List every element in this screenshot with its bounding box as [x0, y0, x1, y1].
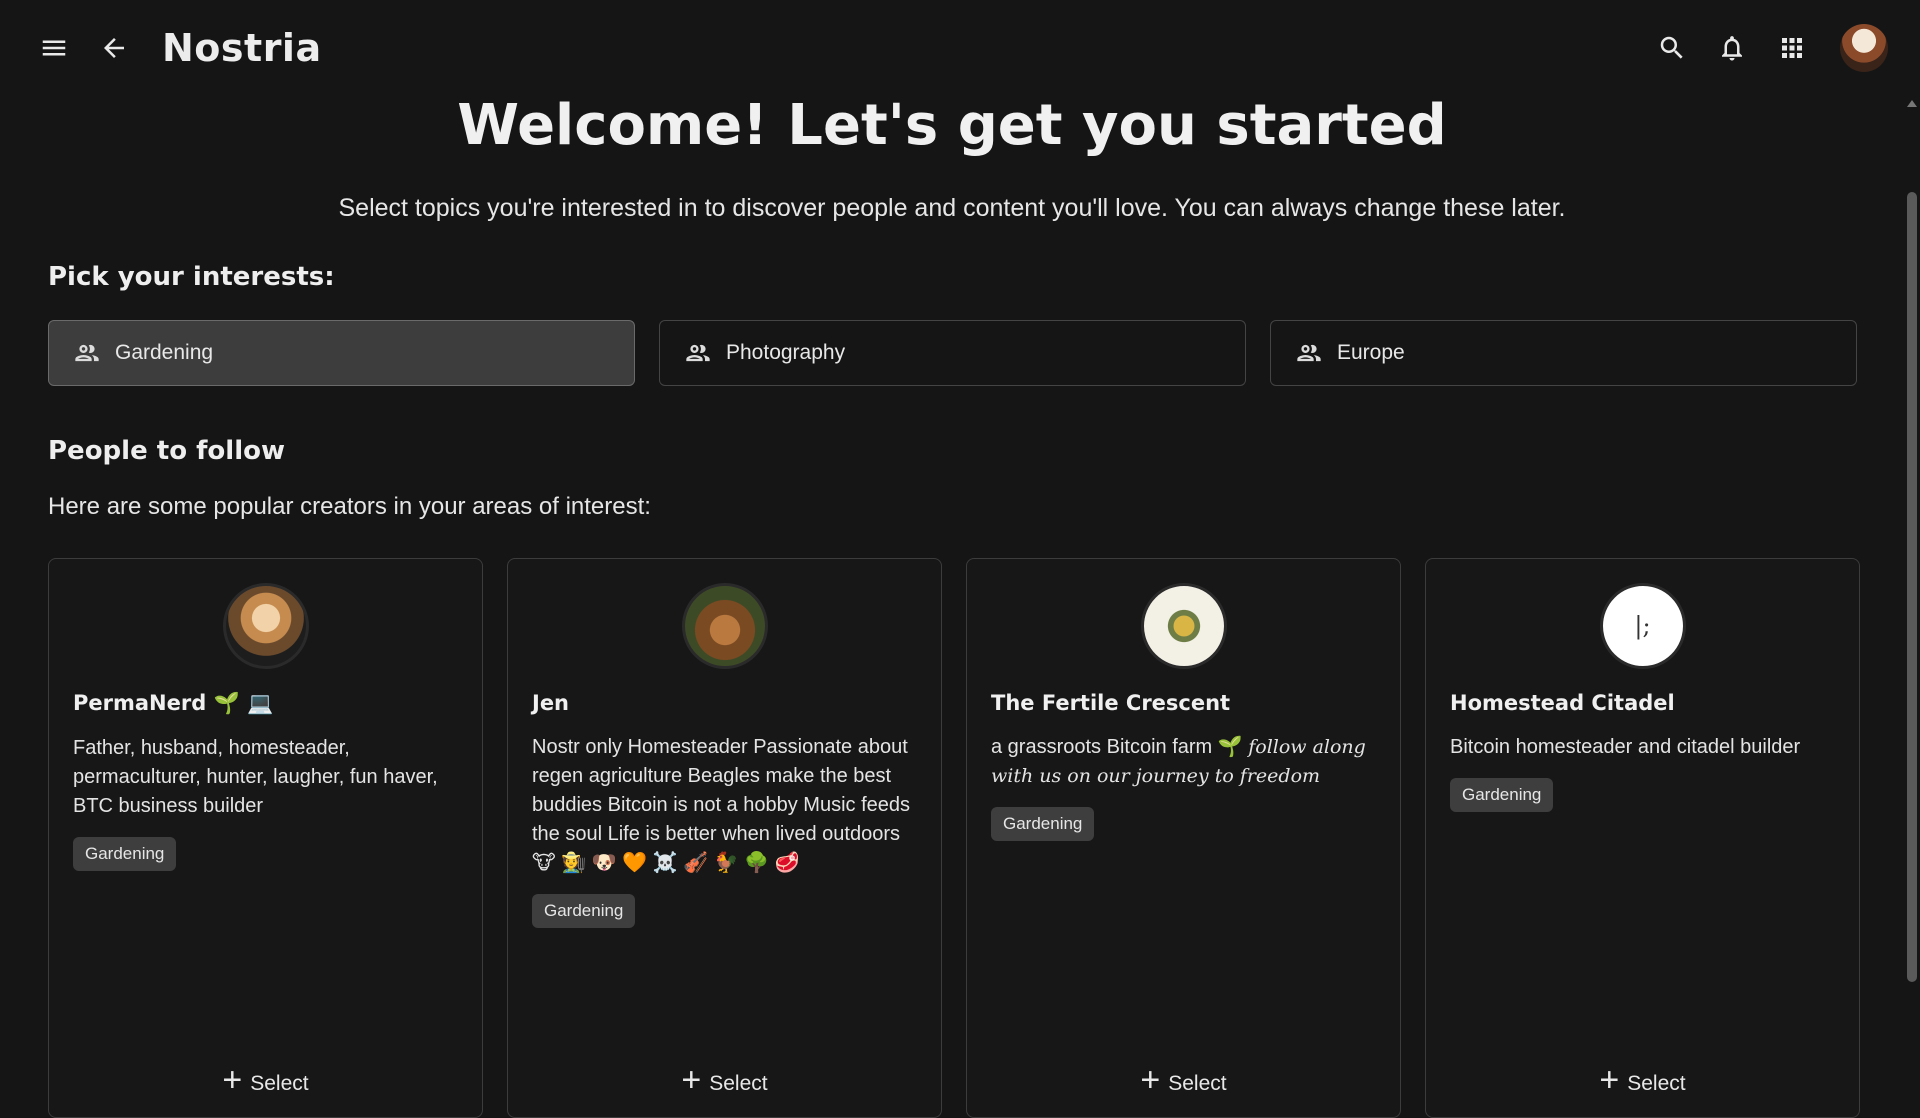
select-label: Select [1168, 1072, 1227, 1095]
menu-icon[interactable] [32, 26, 76, 70]
people-to-follow-heading: People to follow [48, 436, 285, 466]
interest-label: Photography [726, 341, 846, 364]
select-button[interactable]: + Select [967, 1063, 1400, 1099]
interests-heading: Pick your interests: [48, 262, 335, 292]
interest-tag: Gardening [991, 807, 1095, 841]
plus-icon: + [222, 1061, 243, 1099]
creator-card: Jen Nostr only Homesteader Passionate ab… [507, 558, 942, 1118]
plus-icon: + [681, 1061, 702, 1099]
search-icon[interactable] [1650, 26, 1694, 70]
interest-gardening[interactable]: Gardening [48, 320, 635, 386]
app-title[interactable]: Nostria [162, 26, 322, 70]
creator-cards: PermaNerd 🌱 💻 Father, husband, homestead… [48, 558, 1860, 1118]
notifications-icon[interactable] [1710, 26, 1754, 70]
top-app-bar: Nostria [0, 0, 1920, 96]
creator-avatar [1599, 583, 1686, 669]
creator-card: PermaNerd 🌱 💻 Father, husband, homestead… [48, 558, 483, 1118]
select-button[interactable]: + Select [508, 1063, 941, 1099]
creator-name: Jen [532, 691, 570, 715]
people-to-follow-subtitle: Here are some popular creators in your a… [48, 493, 651, 520]
creator-avatar [681, 583, 768, 669]
interest-tag: Gardening [532, 894, 636, 928]
select-button[interactable]: + Select [1426, 1063, 1859, 1099]
main-content: Welcome! Let's get you started Select to… [48, 93, 1860, 1118]
creator-name: PermaNerd 🌱 💻 [73, 691, 274, 715]
page-subtitle: Select topics you're interested in to di… [338, 194, 1566, 222]
scroll-thumb[interactable] [1907, 192, 1917, 982]
creator-bio: Nostr only Homesteader Passionate about … [532, 736, 910, 874]
people-icon [1297, 344, 1321, 362]
creator-name: The Fertile Crescent [991, 691, 1231, 715]
scroll-up-arrow-icon[interactable] [1907, 100, 1917, 107]
creator-avatar [222, 583, 309, 669]
page-scrollbar[interactable] [1904, 96, 1920, 1080]
interest-label: Europe [1337, 341, 1405, 364]
interest-tag: Gardening [73, 837, 177, 871]
creator-bio: a grassroots Bitcoin farm 🌱 follow along… [991, 733, 1376, 791]
user-avatar[interactable] [1840, 24, 1888, 72]
back-arrow-icon[interactable] [92, 26, 136, 70]
page-title: Welcome! Let's get you started [457, 93, 1447, 158]
creator-card: The Fertile Crescent a grassroots Bitcoi… [966, 558, 1401, 1118]
creator-bio: Bitcoin homesteader and citadel builder [1450, 736, 1801, 758]
interest-label: Gardening [115, 341, 214, 364]
people-icon [75, 344, 99, 362]
select-label: Select [709, 1072, 768, 1095]
plus-icon: + [1599, 1061, 1620, 1099]
plus-icon: + [1140, 1061, 1161, 1099]
select-label: Select [250, 1072, 309, 1095]
creator-bio-text: a grassroots Bitcoin farm 🌱 [991, 736, 1249, 758]
apps-grid-icon[interactable] [1770, 26, 1814, 70]
select-button[interactable]: + Select [49, 1063, 482, 1099]
creator-avatar [1140, 583, 1227, 669]
creator-name: Homestead Citadel [1450, 691, 1675, 715]
interest-europe[interactable]: Europe [1270, 320, 1857, 386]
interests-list: Gardening Photography Europe [48, 320, 1857, 386]
creator-bio: Father, husband, homesteader, permacultu… [73, 737, 438, 817]
interest-photography[interactable]: Photography [659, 320, 1246, 386]
select-label: Select [1627, 1072, 1686, 1095]
people-icon [686, 344, 710, 362]
interest-tag: Gardening [1450, 778, 1554, 812]
creator-card: Homestead Citadel Bitcoin homesteader an… [1425, 558, 1860, 1118]
